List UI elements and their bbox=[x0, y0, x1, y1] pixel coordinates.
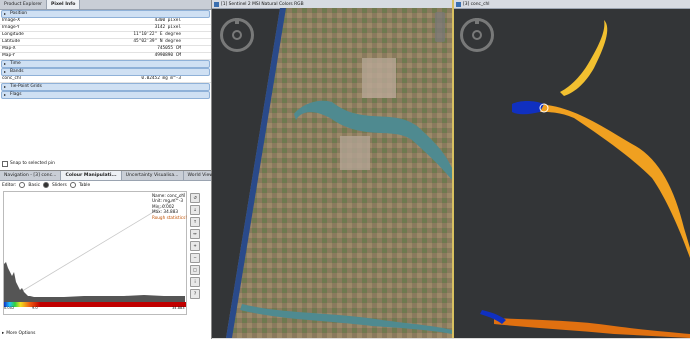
zoom-bar[interactable] bbox=[435, 12, 445, 42]
table-label: Table bbox=[78, 182, 91, 188]
nav-compass[interactable] bbox=[460, 18, 494, 52]
chl-view-title: [3] conc_chl bbox=[463, 1, 490, 7]
town-south bbox=[340, 136, 370, 170]
reset-button[interactable]: ↺ bbox=[190, 193, 200, 203]
radio-basic[interactable] bbox=[19, 182, 26, 188]
row-key: Image-Y bbox=[2, 25, 20, 30]
tab-colour-manipulation[interactable]: Colour Manipulati... bbox=[61, 171, 122, 180]
flags-group[interactable]: Flags bbox=[1, 91, 210, 99]
image-view-icon bbox=[214, 1, 219, 7]
radio-table[interactable] bbox=[69, 182, 76, 188]
chl-river-south bbox=[494, 318, 690, 338]
bands-group[interactable]: Bands bbox=[1, 68, 210, 76]
tab-product-explorer[interactable]: Product Explorer bbox=[0, 0, 48, 9]
range-button[interactable]: ↔ bbox=[190, 229, 200, 239]
rgb-view-title: [1] Sentinel 2 MSI Natural Colors RGB bbox=[221, 1, 304, 7]
zoom-all-button[interactable]: □ bbox=[190, 265, 200, 275]
tab-pixel-info[interactable]: Pixel Info bbox=[47, 0, 81, 9]
zoom-in-button[interactable]: + bbox=[190, 241, 200, 251]
nav-compass[interactable] bbox=[220, 18, 254, 52]
slider-label-mid[interactable]: 9.0 bbox=[32, 306, 38, 310]
chl-image bbox=[480, 20, 690, 338]
chl-south-blue bbox=[480, 310, 506, 324]
row-key: Map-Y bbox=[2, 53, 16, 58]
row-value: 4300 pixel bbox=[154, 18, 181, 23]
info-row: Latitude 45°02'39" N degree bbox=[0, 39, 211, 46]
export-button[interactable]: ↑ bbox=[190, 217, 200, 227]
snap-checkbox-row[interactable]: Snap to selected pin bbox=[2, 160, 55, 167]
histogram-bars bbox=[4, 262, 185, 302]
row-value: 45°02'39" N degree bbox=[133, 39, 181, 44]
tiepoint-group[interactable]: Tie-Point Grids bbox=[1, 83, 210, 91]
band-row: conc_chl 0.02452 mg m^-3 bbox=[0, 76, 211, 83]
band-info: Name: conc_chl Unit: mg.m^-3 Min: 0.002 … bbox=[152, 193, 187, 220]
help-button[interactable]: ? bbox=[190, 289, 200, 299]
info-rough: Rough statistics! bbox=[152, 214, 187, 220]
info-button[interactable]: i bbox=[190, 277, 200, 287]
more-options-label: More Options bbox=[6, 331, 36, 336]
info-row: Image-X 4300 pixel bbox=[0, 18, 211, 25]
colour-manipulation-panel: Navigation - [3] conc... Colour Manipula… bbox=[0, 170, 219, 339]
left-top-tabbar: Product Explorer Pixel Info bbox=[0, 0, 211, 10]
info-row: Longitude 11°10'22" E degree bbox=[0, 32, 211, 39]
band-key: conc_chl bbox=[2, 76, 21, 81]
info-row: Image-Y 3142 pixel bbox=[0, 25, 211, 32]
row-key: Longitude bbox=[2, 32, 24, 37]
band-value: 0.02452 mg m^-3 bbox=[141, 76, 181, 81]
row-value: 11°10'22" E degree bbox=[133, 32, 181, 37]
chl-river-north bbox=[560, 20, 608, 96]
row-key: Latitude bbox=[2, 39, 21, 44]
row-key: Image-X bbox=[2, 18, 21, 23]
satellite-image bbox=[226, 8, 452, 338]
row-value: 3142 pixel bbox=[154, 25, 181, 30]
rgb-image-view[interactable]: [1] Sentinel 2 MSI Natural Colors RGB bbox=[212, 0, 454, 338]
image-footprint bbox=[226, 8, 452, 338]
chl-river bbox=[538, 104, 690, 258]
radio-sliders[interactable] bbox=[43, 182, 50, 188]
position-group[interactable]: Position bbox=[1, 10, 210, 18]
tab-navigation[interactable]: Navigation - [3] conc... bbox=[0, 171, 62, 180]
chl-blue-patch bbox=[512, 101, 544, 115]
row-value: 4990890 CM bbox=[154, 53, 181, 58]
more-options[interactable]: ▸ More Options bbox=[2, 331, 35, 336]
import-button[interactable]: ↓ bbox=[190, 205, 200, 215]
side-buttons: ↺ ↓ ↑ ↔ + − □ i ? bbox=[190, 193, 200, 299]
row-value: 745055 CM bbox=[157, 46, 181, 51]
time-group[interactable]: Time bbox=[1, 60, 210, 68]
basic-label: Basic bbox=[28, 182, 41, 188]
chl-image-view[interactable]: [3] conc_chl bbox=[454, 0, 690, 338]
snap-checkbox[interactable] bbox=[2, 160, 8, 167]
editor-label: Editor: bbox=[2, 182, 17, 188]
image-view-icon bbox=[456, 1, 461, 7]
slider-label-min[interactable]: 0.002 bbox=[4, 306, 14, 310]
left-bottom-tabbar: Navigation - [3] conc... Colour Manipula… bbox=[0, 171, 219, 181]
pixel-info-panel: Product Explorer Pixel Info Position Ima… bbox=[0, 0, 212, 170]
sliders-label: Sliders bbox=[52, 182, 67, 188]
snap-label: Snap to selected pin bbox=[10, 161, 55, 166]
slider-label-max[interactable]: 34.883 bbox=[172, 306, 185, 310]
zoom-out-button[interactable]: − bbox=[190, 253, 200, 263]
info-row: Map-X 745055 CM bbox=[0, 46, 211, 53]
expand-icon: ▸ bbox=[2, 331, 5, 336]
editor-mode-row: Editor: Basic Sliders Table bbox=[2, 182, 90, 188]
tab-uncertainty[interactable]: Uncertainty Visualisa... bbox=[122, 171, 184, 180]
town bbox=[362, 58, 396, 98]
info-row: Map-Y 4990890 CM bbox=[0, 53, 211, 60]
row-key: Map-X bbox=[2, 46, 16, 51]
